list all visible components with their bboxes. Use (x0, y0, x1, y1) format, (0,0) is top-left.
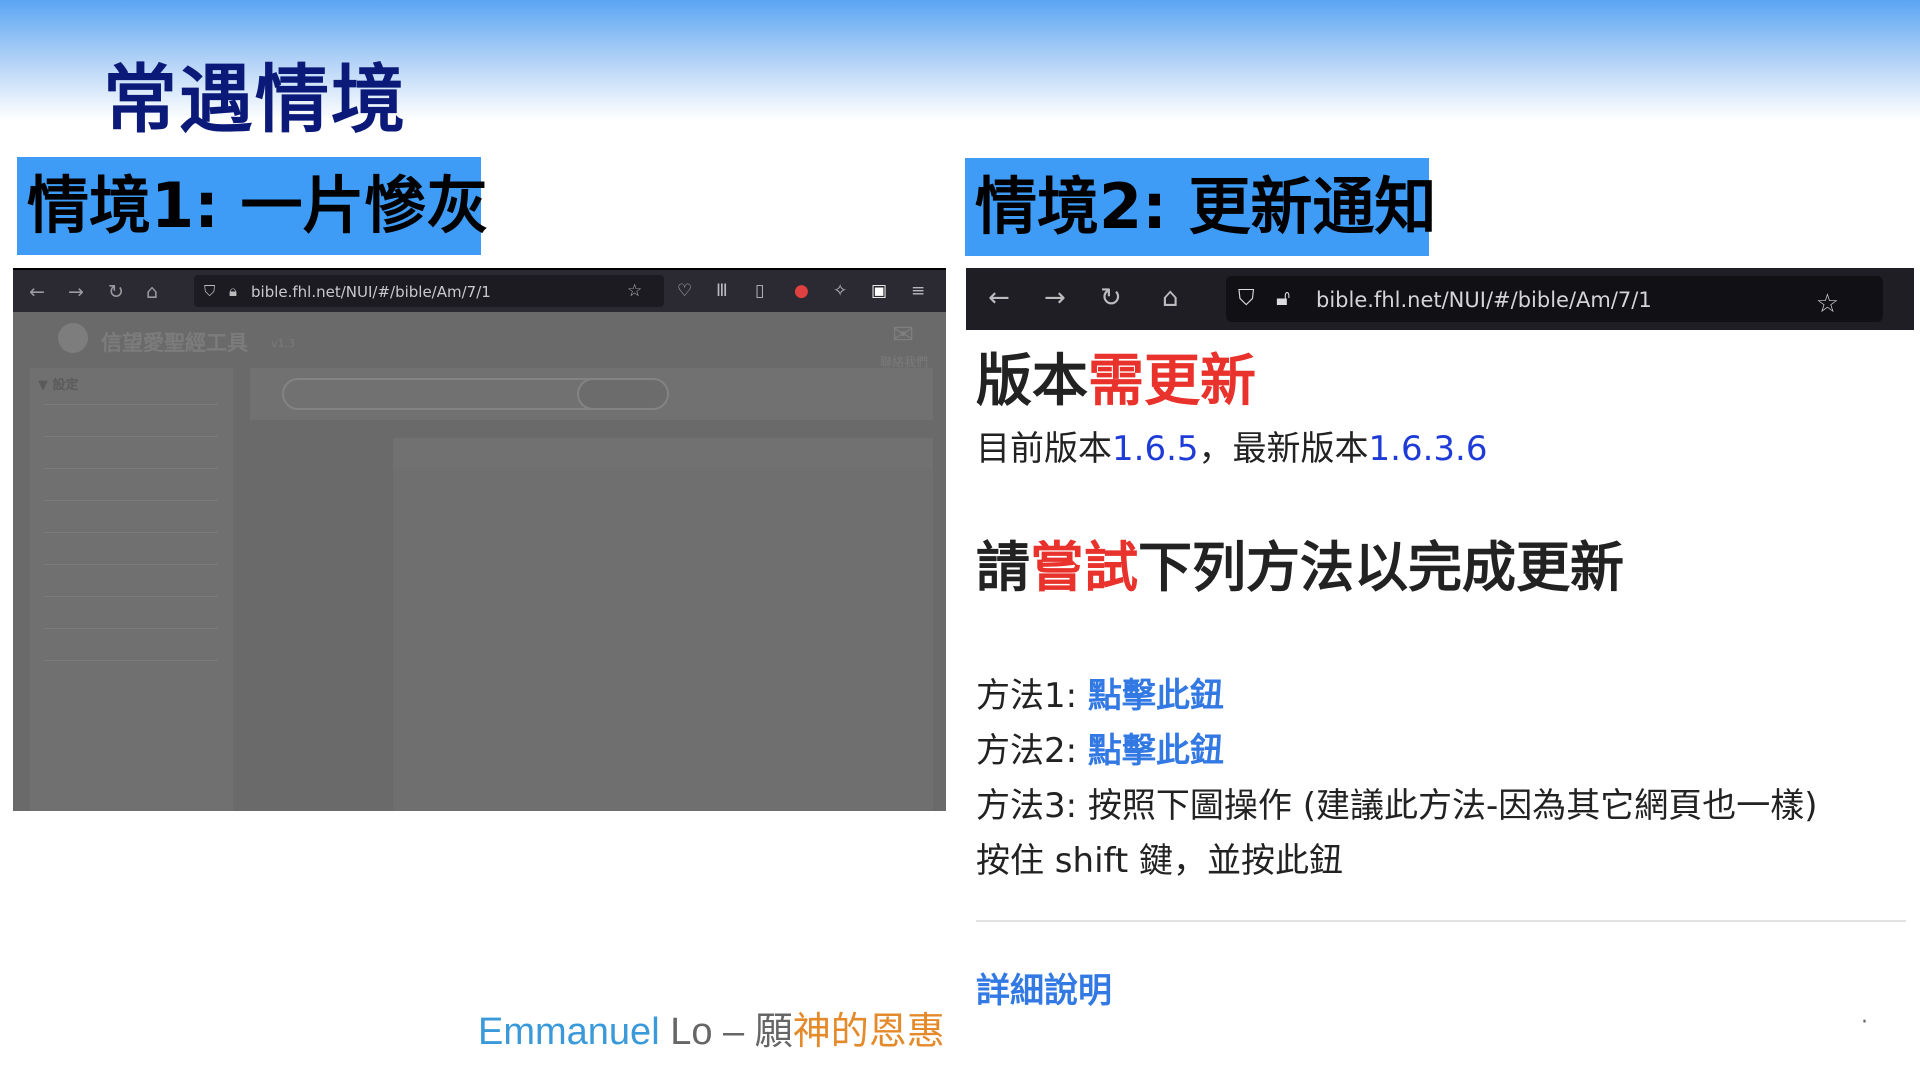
method-1: 方法1: 點擊此鈕 (976, 668, 1224, 717)
sidebar-title: ▼ 設定 (38, 378, 79, 393)
method-1-link[interactable]: 點擊此鈕 (1088, 676, 1224, 716)
insecure-lock-icon: 🔓︎ (1276, 286, 1291, 311)
browser-toolbar: ← → ↻ ⌂ ⛉ 🔓︎ bible.fhl.net/NUI/#/bible/A… (966, 268, 1914, 330)
method-1-label: 方法1: (976, 676, 1088, 716)
app-version: v1.3 (271, 337, 296, 350)
bookmark-star-icon[interactable]: ☆ (1816, 289, 1839, 319)
shield-icon: ⛉ (204, 282, 216, 300)
extension-icon[interactable]: ● (794, 281, 809, 301)
current-version-label: 目前版本 (976, 429, 1112, 469)
address-bar[interactable]: ⛉ 🔒︎ bible.fhl.net/NUI/#/bible/Am/7/1 (194, 275, 664, 307)
search-area (250, 368, 933, 420)
sidebar-divider (44, 436, 218, 437)
footer: Emmanuel Lo – 願神的恩惠 (478, 1000, 945, 1055)
footer-dash: – (723, 1011, 745, 1053)
footer-surname: Lo (670, 1011, 713, 1053)
heading-prefix: 版本 (976, 349, 1088, 414)
shift-hint: 按住 shift 鍵，並按此鈕 (976, 841, 1344, 881)
browser-toolbar: ← → ↻ ⌂ ⛉ 🔒︎ bible.fhl.net/NUI/#/bible/A… (13, 268, 946, 312)
bookmark-star-icon[interactable]: ☆ (627, 281, 642, 301)
update-heading: 版本需更新 (976, 336, 1256, 417)
footer-name: Emmanuel (478, 1011, 660, 1053)
sidebar-divider (44, 532, 218, 533)
translate-icon[interactable]: ✧ (833, 281, 847, 301)
content-panel (393, 438, 933, 811)
sidebar-divider (44, 564, 218, 565)
extension-box-icon[interactable]: ▣ (871, 281, 887, 301)
heading-highlight: 需更新 (1088, 349, 1256, 414)
pocket-icon[interactable]: ♡ (677, 281, 692, 301)
reload-icon[interactable]: ↻ (1100, 283, 1122, 313)
method-3: 方法3: 按照下圖操作 (建議此方法-因為其它網頁也一樣) (976, 786, 1818, 826)
footer-wish: 願 (754, 1011, 793, 1053)
menu-icon[interactable]: ≡ (911, 281, 925, 301)
latest-version: 1.6.3.6 (1368, 429, 1488, 469)
sidebar-divider (44, 404, 218, 405)
forward-icon[interactable]: → (1044, 283, 1066, 313)
divider (976, 920, 1906, 922)
version-info: 目前版本1.6.5，最新版本1.6.3.6 (976, 421, 1487, 470)
scenario-2-label: 情境2: 更新通知 (965, 158, 1437, 256)
url-text: bible.fhl.net/NUI/#/bible/Am/7/1 (1316, 288, 1652, 312)
sidebar-icon[interactable]: ▯ (755, 281, 764, 301)
mail-icon: ✉ (892, 320, 914, 350)
back-icon[interactable]: ← (988, 283, 1010, 313)
details-link[interactable]: 詳細說明 (976, 963, 1112, 1012)
current-version: 1.6.5 (1112, 429, 1199, 469)
page-number: · (1861, 1010, 1868, 1035)
instructions-suffix: 下列方法以完成更新 (1138, 536, 1624, 599)
back-icon[interactable]: ← (29, 281, 45, 303)
forward-icon[interactable]: → (68, 281, 84, 303)
url-text: bible.fhl.net/NUI/#/bible/Am/7/1 (251, 283, 491, 301)
screenshot-update-notice: ← → ↻ ⌂ ⛉ 🔓︎ bible.fhl.net/NUI/#/bible/A… (966, 268, 1914, 1020)
sidebar-divider (44, 468, 218, 469)
home-icon[interactable]: ⌂ (146, 281, 158, 303)
sidebar-divider (44, 596, 218, 597)
library-icon[interactable]: Ⅲ (716, 281, 728, 301)
lock-icon: 🔒︎ (229, 282, 237, 300)
method-2-link[interactable]: 點擊此鈕 (1088, 731, 1224, 771)
screenshot-grey-page: ← → ↻ ⌂ ⛉ 🔒︎ bible.fhl.net/NUI/#/bible/A… (13, 268, 946, 811)
scenario-1-label: 情境1: 一片慘灰 (17, 157, 489, 255)
method-2-label: 方法2: (976, 731, 1088, 771)
instructions-prefix: 請 (976, 536, 1030, 599)
sidebar-divider (44, 500, 218, 501)
home-icon[interactable]: ⌂ (1162, 283, 1179, 313)
greyed-page: 信望愛聖經工具 v1.3 ✉ 聯絡我們 ▼ 設定 (13, 312, 946, 811)
instructions-highlight: 嘗試 (1030, 536, 1138, 599)
search-button[interactable] (577, 378, 669, 410)
settings-sidebar: ▼ 設定 (30, 368, 233, 811)
instructions-heading: 請嘗試下列方法以完成更新 (976, 523, 1624, 602)
slide-title: 常遇情境 (103, 57, 407, 143)
method-2: 方法2: 點擊此鈕 (976, 723, 1224, 772)
app-logo (58, 323, 88, 353)
reload-icon[interactable]: ↻ (108, 281, 124, 303)
footer-grace: 神的恩惠 (792, 1011, 945, 1053)
sidebar-divider (44, 660, 218, 661)
shield-icon: ⛉ (1238, 286, 1255, 311)
latest-version-label: ，最新版本 (1198, 429, 1369, 469)
address-bar[interactable]: ⛉ 🔓︎ bible.fhl.net/NUI/#/bible/Am/7/1 ☆ (1226, 276, 1883, 322)
sidebar-divider (44, 628, 218, 629)
app-title: 信望愛聖經工具 (101, 331, 248, 355)
